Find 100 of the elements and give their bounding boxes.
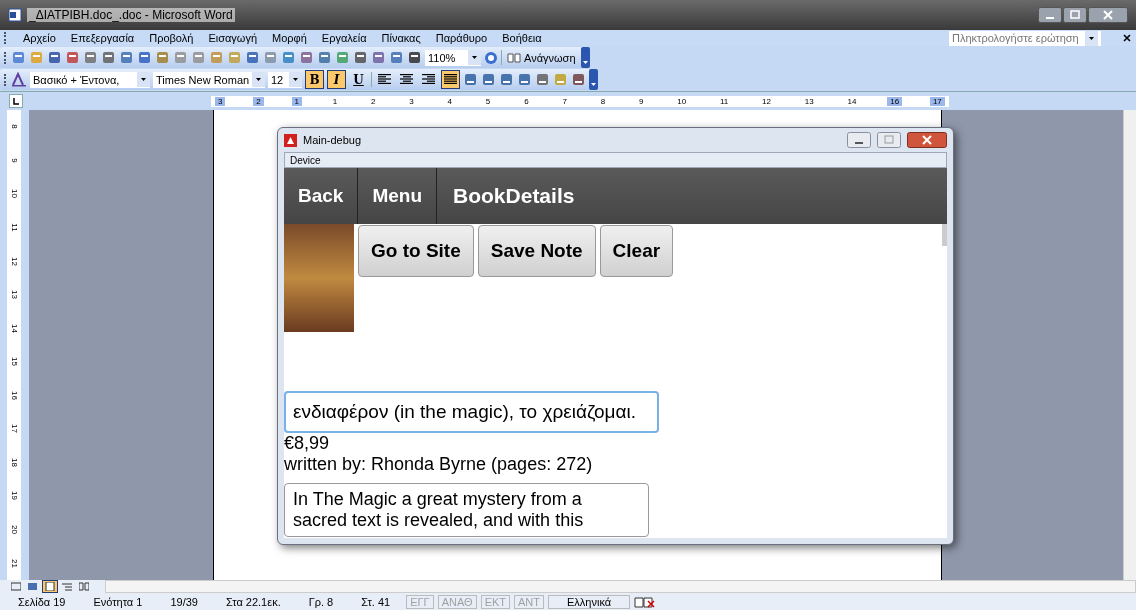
- scrollbar[interactable]: [1123, 110, 1136, 580]
- toolbar-icon[interactable]: [245, 50, 260, 65]
- ruler-number: 19: [9, 491, 19, 501]
- maximize-icon[interactable]: [877, 132, 901, 148]
- page-view-icon: [62, 582, 72, 591]
- alignment-icon: [378, 74, 391, 85]
- ruler-number: 3: [408, 96, 415, 106]
- toolbar-icon[interactable]: [83, 50, 98, 65]
- view-button[interactable]: [42, 580, 58, 593]
- close-icon[interactable]: [1122, 33, 1132, 43]
- status-field: Στα 22.1εκ.: [213, 595, 293, 608]
- toolbar-icon[interactable]: [137, 50, 152, 65]
- caret-icon[interactable]: [137, 72, 150, 87]
- ruler-number: 4: [446, 96, 454, 106]
- ruler-number: 17: [9, 424, 19, 434]
- font-size-dropdown[interactable]: 12: [268, 71, 302, 88]
- toolbar-icon[interactable]: [353, 50, 368, 65]
- format-button[interactable]: I: [327, 70, 346, 89]
- menu-item[interactable]: Device: [290, 154, 321, 166]
- ruler-number: 16: [887, 96, 903, 106]
- toolbar-icon[interactable]: [371, 50, 386, 65]
- ruler-number: 8: [9, 124, 19, 129]
- ruler-number: 6: [523, 96, 530, 106]
- scrollbar[interactable]: [942, 224, 947, 246]
- ruler-number: 17: [929, 96, 945, 106]
- toolbar-icon[interactable]: [571, 72, 586, 87]
- caret-icon[interactable]: [1085, 30, 1098, 46]
- page-view-icon: [79, 582, 89, 591]
- reading-button[interactable]: Ανάγνωση: [505, 51, 578, 64]
- menu-item[interactable]: Βοήθεια: [502, 32, 542, 44]
- status-field: Στ. 41: [349, 595, 403, 608]
- menu-item[interactable]: Εργαλεία: [321, 32, 367, 44]
- toolbar-icon[interactable]: [517, 72, 532, 87]
- close-icon[interactable]: [907, 132, 947, 148]
- ruler-number: 15: [9, 357, 19, 367]
- caret-icon[interactable]: [468, 50, 481, 65]
- ruler-number: 14: [846, 96, 858, 106]
- ruler-number: 13: [9, 290, 19, 300]
- tab-selector-icon[interactable]: [9, 94, 23, 108]
- action-button[interactable]: Save Note: [477, 225, 596, 277]
- caret-icon[interactable]: [289, 72, 302, 87]
- toolbar-icon[interactable]: [119, 50, 134, 65]
- style-dropdown[interactable]: Βασικό + Έντονα,: [30, 71, 150, 88]
- toolbar-icon[interactable]: [463, 72, 478, 87]
- format-button[interactable]: U: [349, 70, 368, 89]
- font-dropdown[interactable]: Times New Roman: [153, 71, 265, 88]
- price: €8,99: [284, 433, 330, 454]
- page-title: BookDetails: [453, 184, 575, 208]
- minimize-icon[interactable]: [847, 132, 871, 148]
- toolbar-icon[interactable]: [101, 50, 116, 65]
- ruler-number: 12: [9, 256, 19, 266]
- toolbar-options-icon[interactable]: [580, 47, 590, 68]
- ruler-number: 5: [484, 96, 492, 106]
- toolbar-icon[interactable]: [317, 50, 332, 65]
- align-button[interactable]: [441, 70, 460, 89]
- format-button[interactable]: B: [305, 70, 324, 89]
- ruler-number: 12: [761, 96, 772, 106]
- ruler-number: 2: [370, 96, 377, 106]
- toolbar-icon[interactable]: [299, 50, 314, 65]
- scrollbar[interactable]: [105, 580, 1136, 593]
- view-button[interactable]: [76, 580, 92, 593]
- zoom-dropdown[interactable]: 110%: [425, 49, 481, 66]
- toolbar-icon[interactable]: [407, 50, 422, 65]
- toolbar-icon[interactable]: [47, 50, 62, 65]
- toolbar-options-icon[interactable]: [589, 69, 598, 90]
- toolbar-icon[interactable]: [65, 50, 80, 65]
- ruler-number: 7: [561, 96, 568, 106]
- description-text: In The Magic a great mystery from a sacred text is revealed, and with this: [293, 489, 584, 530]
- caret-icon[interactable]: [252, 72, 265, 87]
- toolbar-icon[interactable]: [389, 50, 404, 65]
- help-icon[interactable]: [484, 50, 498, 65]
- minimize-icon[interactable]: [1038, 7, 1062, 23]
- status-field: Σελίδα 19: [6, 595, 78, 608]
- menu-item[interactable]: Αρχείο: [23, 32, 56, 44]
- help-search-field[interactable]: Πληκτρολογήστε ερώτηση: [949, 30, 1101, 46]
- menu-item[interactable]: Πίνακας: [381, 32, 421, 44]
- action-button[interactable]: Clear: [599, 225, 674, 277]
- close-icon[interactable]: [1088, 7, 1128, 23]
- menu-item[interactable]: Μορφή: [272, 32, 307, 44]
- toolbar-icon[interactable]: [535, 72, 550, 87]
- toolbar-icon[interactable]: [499, 72, 514, 87]
- styles-icon[interactable]: [11, 72, 27, 87]
- toolbar-icon[interactable]: [481, 72, 496, 87]
- menu-item[interactable]: Παράθυρο: [435, 32, 488, 44]
- restore-icon[interactable]: [1063, 7, 1087, 23]
- ruler-number: 2: [253, 96, 264, 106]
- ruler-number: 20: [9, 525, 19, 534]
- ruler-number: 10: [9, 189, 19, 199]
- note-field[interactable]: ενδιαφέρον (in the magic), το χρειάζομαι.: [284, 391, 659, 433]
- ruler-number: 16: [9, 390, 19, 400]
- menu-item[interactable]: Προβολή: [149, 32, 194, 44]
- book-icon: [507, 52, 521, 63]
- menu-item[interactable]: Εισαγωγή: [208, 32, 258, 44]
- author-line: written by: Rhonda Byrne (pages: 272): [284, 454, 593, 475]
- ruler-number: 13: [803, 96, 815, 106]
- ruler-number: 1: [291, 96, 302, 106]
- menu-item[interactable]: Επεξεργασία: [70, 32, 135, 44]
- action-button[interactable]: Go to Site: [358, 225, 474, 277]
- language-indicator[interactable]: Ελληνικά: [548, 594, 631, 609]
- ruler-number: 14: [9, 323, 19, 333]
